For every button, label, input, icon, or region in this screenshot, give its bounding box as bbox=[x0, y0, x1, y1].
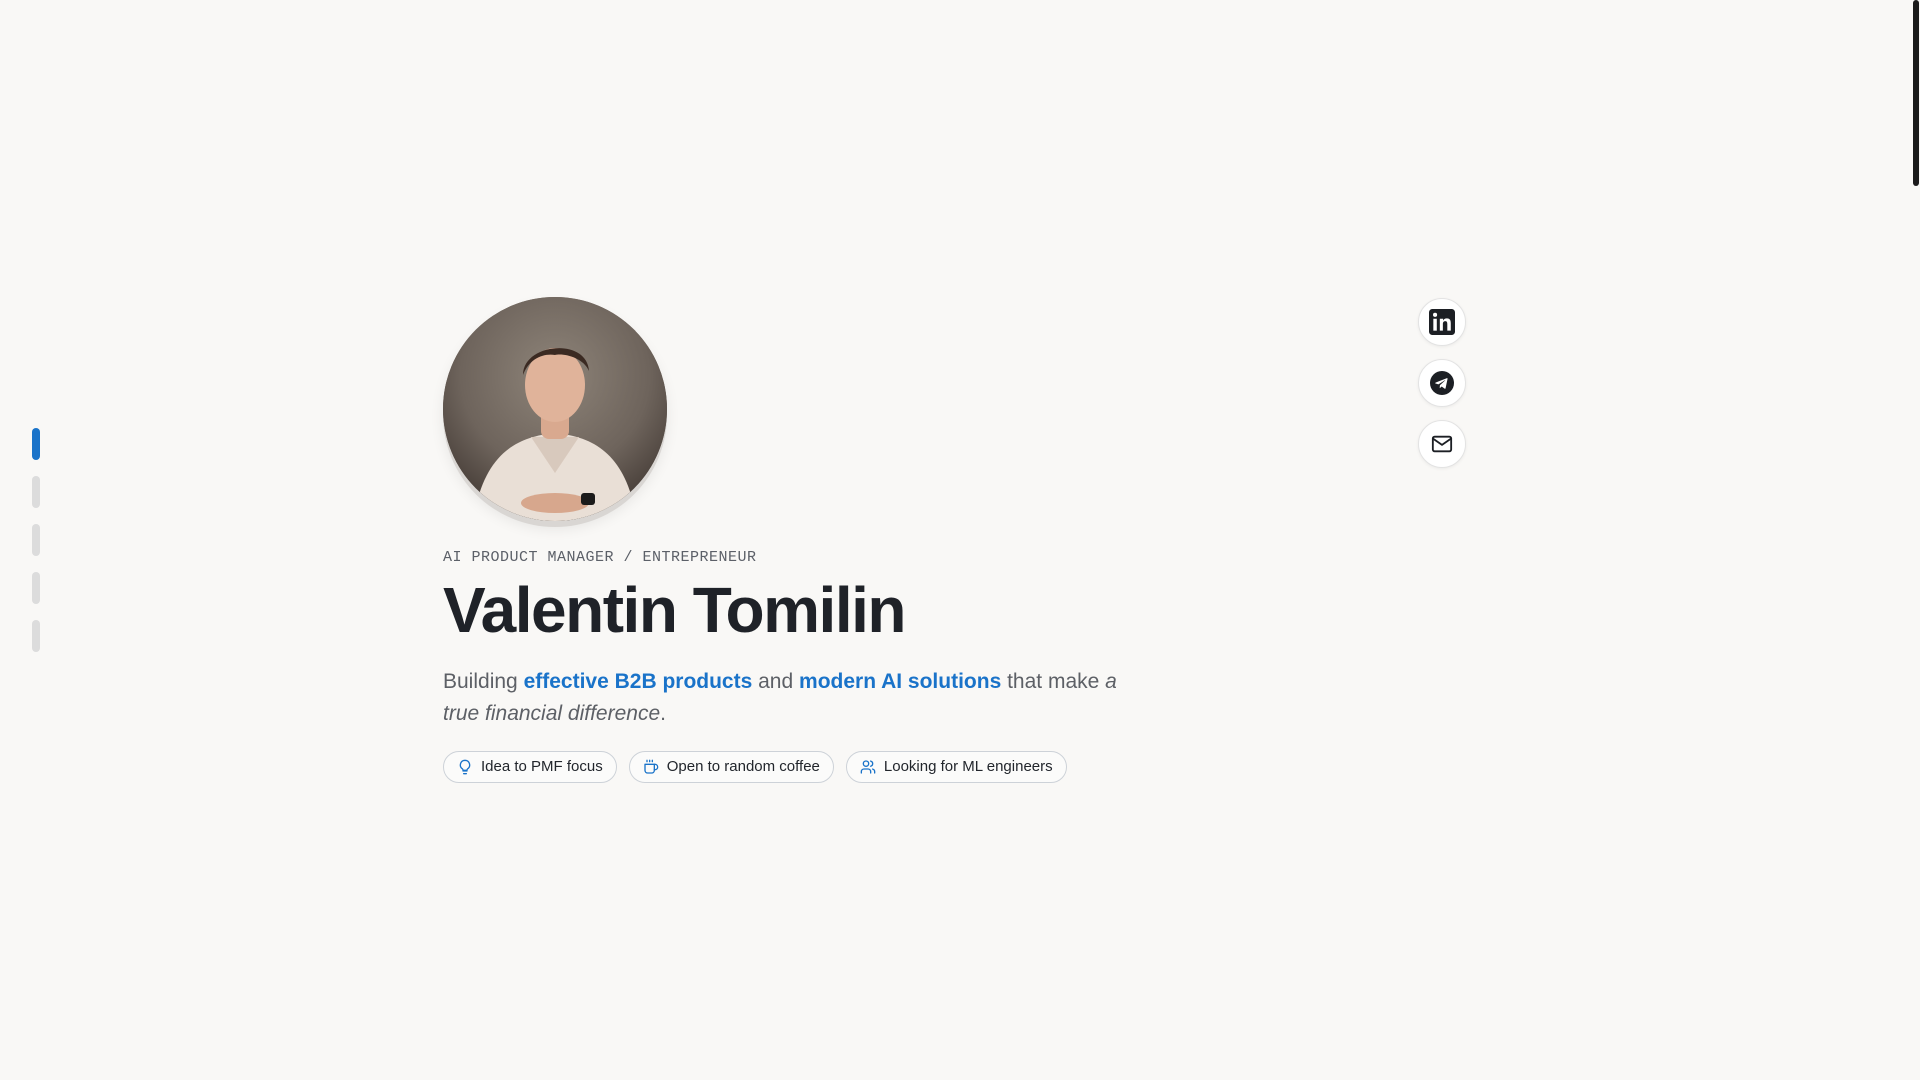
page: AI PRODUCT MANAGER / ENTREPRENEUR Valent… bbox=[0, 0, 1920, 1080]
email-button[interactable] bbox=[1418, 420, 1466, 468]
scrollbar-thumb[interactable] bbox=[1913, 0, 1919, 186]
lightbulb-icon bbox=[457, 759, 473, 775]
chip-label: Open to random coffee bbox=[666, 758, 820, 776]
chip-pmf-focus[interactable]: Idea to PMF focus bbox=[443, 750, 617, 783]
telegram-icon bbox=[1430, 371, 1454, 395]
section-nav bbox=[32, 428, 40, 652]
linkedin-button[interactable] bbox=[1418, 298, 1466, 346]
coffee-icon bbox=[643, 759, 659, 775]
chip-random-coffee[interactable]: Open to random coffee bbox=[628, 750, 834, 783]
social-links bbox=[1418, 298, 1466, 468]
avatar bbox=[443, 297, 667, 521]
tagline-prefix: Building bbox=[443, 669, 524, 693]
tagline-suffix: that make bbox=[1001, 669, 1106, 693]
chip-list: Idea to PMF focus Open to random coffee bbox=[443, 750, 1343, 783]
linkedin-icon bbox=[1429, 309, 1455, 335]
role-eyebrow: AI PRODUCT MANAGER / ENTREPRENEUR bbox=[443, 549, 757, 566]
tagline-end: . bbox=[660, 701, 666, 725]
tagline-middle: and bbox=[752, 669, 800, 693]
tagline: Building effective B2B products and mode… bbox=[443, 666, 1123, 730]
hero-section: AI PRODUCT MANAGER / ENTREPRENEUR Valent… bbox=[443, 297, 1343, 783]
section-dot-2[interactable] bbox=[32, 476, 40, 508]
telegram-button[interactable] bbox=[1418, 359, 1466, 407]
section-dot-4[interactable] bbox=[32, 572, 40, 604]
avatar-photo bbox=[443, 297, 667, 521]
section-dot-1[interactable] bbox=[32, 428, 40, 460]
section-dot-5[interactable] bbox=[32, 620, 40, 652]
chip-ml-engineers[interactable]: Looking for ML engineers bbox=[845, 750, 1067, 783]
mail-icon bbox=[1431, 433, 1453, 455]
chip-label: Looking for ML engineers bbox=[883, 758, 1053, 776]
scrollbar[interactable] bbox=[1910, 0, 1920, 1080]
users-icon bbox=[860, 759, 876, 775]
tagline-highlight-b2b: effective B2B products bbox=[523, 669, 753, 693]
tagline-highlight-ai: modern AI solutions bbox=[799, 669, 1002, 693]
section-dot-3[interactable] bbox=[32, 524, 40, 556]
page-title: Valentin Tomilin bbox=[443, 574, 906, 646]
chip-label: Idea to PMF focus bbox=[481, 758, 603, 776]
